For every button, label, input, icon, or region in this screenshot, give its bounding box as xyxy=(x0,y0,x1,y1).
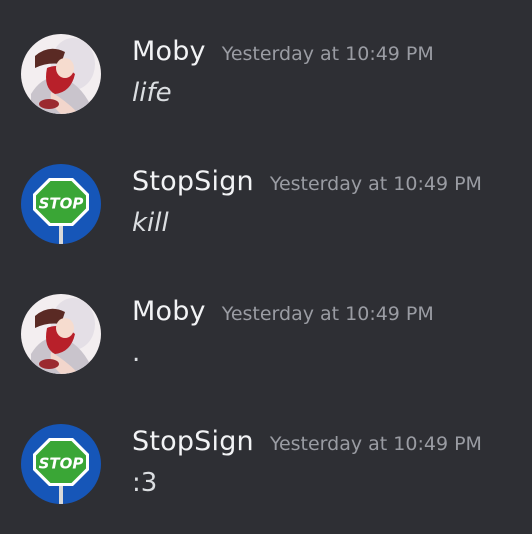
stop-sign-avatar-icon: STOP xyxy=(21,164,101,244)
chat-message: STOP StopSign Yesterday at 10:49 PM :3 xyxy=(0,420,532,520)
message-content: . xyxy=(132,338,141,368)
stop-sign-text: STOP xyxy=(39,455,84,473)
message-timestamp: Yesterday at 10:49 PM xyxy=(221,43,434,65)
avatar[interactable] xyxy=(21,34,101,114)
anime-girl-avatar-icon xyxy=(21,34,101,114)
message-timestamp: Yesterday at 10:49 PM xyxy=(269,433,482,455)
message-timestamp: Yesterday at 10:49 PM xyxy=(221,303,434,325)
chat-log: Moby Yesterday at 10:49 PM life STOP Sto… xyxy=(0,0,532,534)
chat-message: Moby Yesterday at 10:49 PM life xyxy=(0,30,532,130)
avatar[interactable] xyxy=(21,294,101,374)
anime-girl-avatar-icon xyxy=(21,294,101,374)
avatar[interactable]: STOP xyxy=(21,424,101,504)
message-author[interactable]: Moby xyxy=(132,296,206,327)
avatar[interactable]: STOP xyxy=(21,164,101,244)
message-content: life xyxy=(132,78,172,108)
chat-message: Moby Yesterday at 10:49 PM . xyxy=(0,290,532,390)
message-timestamp: Yesterday at 10:49 PM xyxy=(269,173,482,195)
stop-sign-text: STOP xyxy=(39,195,84,213)
stop-sign-avatar-icon: STOP xyxy=(21,424,101,504)
message-author[interactable]: Moby xyxy=(132,36,206,67)
message-content: kill xyxy=(132,208,169,238)
message-author[interactable]: StopSign xyxy=(132,426,254,457)
message-author[interactable]: StopSign xyxy=(132,166,254,197)
chat-message: STOP StopSign Yesterday at 10:49 PM kill xyxy=(0,160,532,260)
message-content: :3 xyxy=(132,468,158,498)
